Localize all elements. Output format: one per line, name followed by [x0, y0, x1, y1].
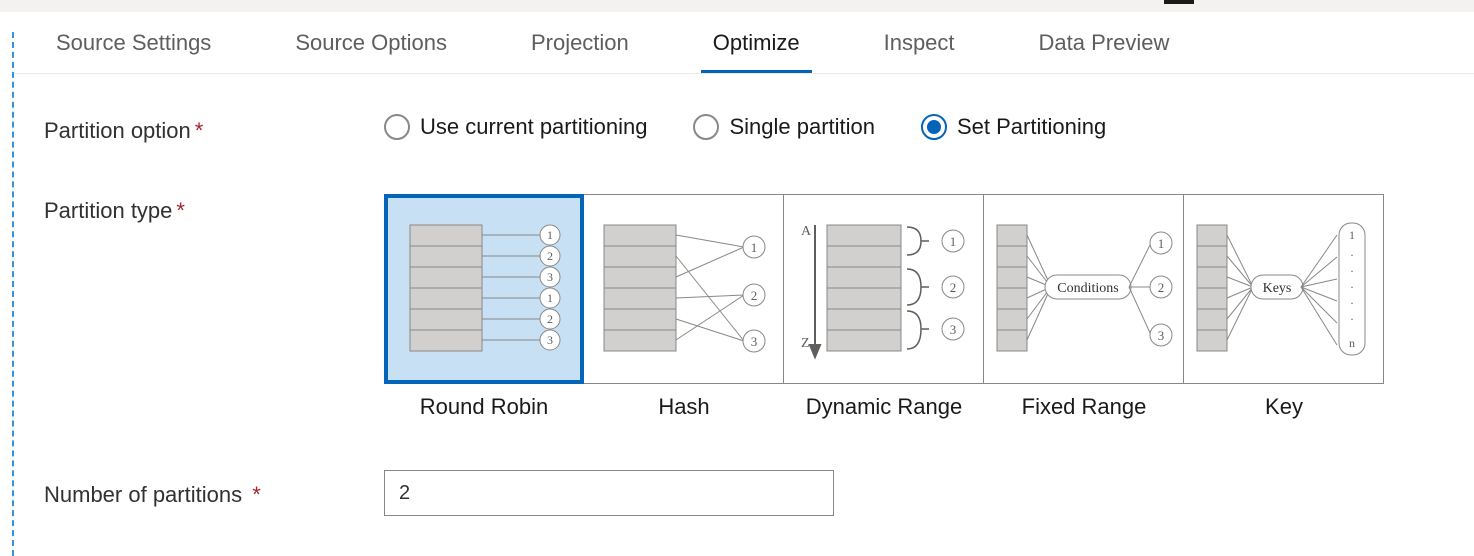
svg-text:3: 3	[547, 333, 553, 347]
svg-text:3: 3	[750, 334, 757, 349]
tile-dynamic-range[interactable]: A Z	[784, 194, 984, 384]
svg-text:·: ·	[1350, 312, 1354, 326]
svg-text:3: 3	[949, 322, 956, 337]
svg-text:3: 3	[1157, 328, 1164, 343]
required-indicator: *	[176, 198, 185, 223]
svg-text:n: n	[1349, 336, 1355, 350]
svg-text:1: 1	[949, 234, 956, 249]
tile-label: Fixed Range	[1022, 394, 1147, 420]
radio-label: Single partition	[729, 114, 875, 140]
tile-label: Round Robin	[420, 394, 548, 420]
tile-label: Dynamic Range	[806, 394, 963, 420]
radio-label: Use current partitioning	[420, 114, 647, 140]
svg-text:2: 2	[949, 280, 956, 295]
field-label: Partition type	[44, 198, 172, 223]
window-top-strip	[0, 0, 1474, 12]
svg-text:Conditions: Conditions	[1057, 281, 1118, 296]
svg-text:·: ·	[1350, 264, 1354, 278]
tile-fixed-range[interactable]: Conditions	[984, 194, 1184, 384]
radio-icon	[693, 114, 719, 140]
tab-label: Data Preview	[1039, 30, 1170, 55]
fixed-range-icon: Conditions	[989, 209, 1179, 369]
label-partition-option: Partition option*	[44, 114, 384, 144]
svg-text:1: 1	[1349, 228, 1355, 242]
svg-text:2: 2	[750, 288, 757, 303]
tile-key[interactable]: Keys	[1184, 194, 1384, 384]
number-of-partitions-input[interactable]	[384, 470, 834, 516]
svg-text:2: 2	[547, 312, 553, 326]
panel-left-guide	[12, 32, 14, 556]
tile-label: Key	[1265, 394, 1303, 420]
dynamic-range-icon: A Z	[789, 209, 979, 369]
svg-text:·: ·	[1350, 296, 1354, 310]
svg-text:Z: Z	[801, 336, 810, 351]
tab-source-settings[interactable]: Source Settings	[44, 22, 223, 73]
svg-text:A: A	[801, 224, 812, 239]
label-number-of-partitions: Number of partitions *	[44, 478, 384, 508]
row-number-of-partitions: Number of partitions *	[44, 470, 1444, 516]
tab-bar: Source Settings Source Options Projectio…	[14, 12, 1474, 74]
label-partition-type: Partition type*	[44, 194, 384, 224]
tab-source-options[interactable]: Source Options	[283, 22, 459, 73]
tab-optimize[interactable]: Optimize	[701, 22, 812, 73]
radio-set-partitioning[interactable]: Set Partitioning	[921, 114, 1106, 140]
radio-icon	[921, 114, 947, 140]
field-label: Partition option	[44, 118, 191, 143]
svg-text:2: 2	[547, 249, 553, 263]
partition-option-radio-group: Use current partitioning Single partitio…	[384, 114, 1106, 140]
svg-text:3: 3	[547, 270, 553, 284]
field-label: Number of partitions	[44, 482, 242, 507]
tab-label: Projection	[531, 30, 629, 55]
tab-projection[interactable]: Projection	[519, 22, 641, 73]
row-partition-type: Partition type*	[44, 194, 1444, 420]
radio-single-partition[interactable]: Single partition	[693, 114, 875, 140]
tab-data-preview[interactable]: Data Preview	[1027, 22, 1182, 73]
hash-icon: 1 2 3	[594, 209, 774, 369]
svg-text:1: 1	[547, 228, 553, 242]
row-partition-option: Partition option* Use current partitioni…	[44, 114, 1444, 144]
tab-label: Optimize	[713, 30, 800, 55]
key-icon: Keys	[1189, 209, 1379, 369]
tile-hash[interactable]: 1 2 3	[584, 194, 784, 384]
tab-label: Inspect	[884, 30, 955, 55]
svg-text:Keys: Keys	[1262, 281, 1291, 296]
tile-label: Hash	[658, 394, 709, 420]
tab-label: Source Settings	[56, 30, 211, 55]
svg-text:1: 1	[1157, 236, 1164, 251]
svg-text:1: 1	[547, 291, 553, 305]
svg-text:1: 1	[750, 240, 757, 255]
tab-label: Source Options	[295, 30, 447, 55]
required-indicator: *	[195, 118, 204, 143]
tab-inspect[interactable]: Inspect	[872, 22, 967, 73]
svg-text:·: ·	[1350, 280, 1354, 294]
tile-round-robin[interactable]: 1 2 3 1 2 3	[384, 194, 584, 384]
partition-type-tilegrid: 1 2 3 1 2 3 Round Robin	[384, 194, 1384, 420]
required-indicator: *	[252, 482, 261, 507]
radio-icon	[384, 114, 410, 140]
radio-label: Set Partitioning	[957, 114, 1106, 140]
svg-text:·: ·	[1350, 248, 1354, 262]
round-robin-icon: 1 2 3 1 2 3	[400, 209, 568, 369]
radio-use-current-partitioning[interactable]: Use current partitioning	[384, 114, 647, 140]
svg-text:2: 2	[1157, 280, 1164, 295]
